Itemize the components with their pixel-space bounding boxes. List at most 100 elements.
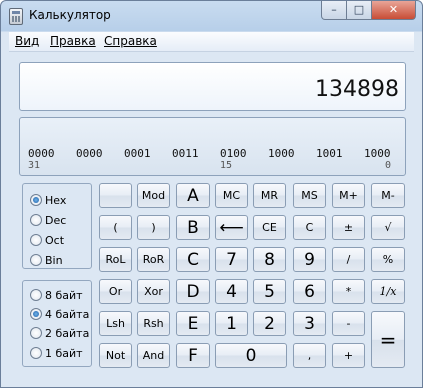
mod-key[interactable]: Mod [137,183,170,208]
radio-label: 8 байт [45,288,83,302]
memory-recall-key[interactable]: MR [253,183,286,208]
clear-key[interactable]: C [293,215,326,240]
radio-unchecked-icon [30,347,42,359]
radio-oct[interactable]: Oct [30,233,64,247]
display-value: 134898 [315,77,399,102]
result-display: 134898 [19,62,406,111]
close-button[interactable]: ✕ [372,1,416,20]
divide-key[interactable]: / [332,247,365,272]
menu-edit[interactable]: Правка [50,34,96,48]
open-paren-key[interactable]: ( [99,215,132,240]
window-controls: – □ ✕ [321,1,416,20]
reciprocal-key[interactable]: 1/x [371,279,405,304]
window-title: Калькулятор [29,8,111,22]
bin-group: 1000 [268,147,295,160]
menu-view-label: Вид [15,34,40,48]
digit-1-key[interactable]: 1 [215,311,248,336]
menu-bar: Вид Правка Справка [9,32,414,52]
radio-2-bytes[interactable]: 2 байта [30,326,89,340]
hex-e-key[interactable]: E [176,311,210,336]
bin-group: 1000 [364,147,391,160]
digit-5-key[interactable]: 5 [253,279,286,304]
radio-label: Bin [45,253,63,267]
bin-group: 0000 [76,147,103,160]
digit-6-key[interactable]: 6 [293,279,326,304]
menu-edit-label: Правка [50,34,96,48]
percent-key[interactable]: % [371,247,405,272]
radio-unchecked-icon [30,327,42,339]
decimal-separator-key[interactable]: , [293,343,326,368]
digit-2-key[interactable]: 2 [253,311,286,336]
digit-7-key[interactable]: 7 [215,247,248,272]
radio-4-bytes[interactable]: 4 байта [30,307,89,321]
calculator-window: Калькулятор – □ ✕ Вид Правка Справка 134… [0,0,423,388]
digit-9-key[interactable]: 9 [293,247,326,272]
menu-help-label: Справка [104,34,157,48]
backspace-key[interactable]: ⟵ [215,215,248,240]
xor-key[interactable]: Xor [137,279,170,304]
rotate-left-key[interactable]: RoL [99,247,132,272]
radio-label: 4 байта [45,307,90,321]
digit-4-key[interactable]: 4 [215,279,248,304]
right-shift-key[interactable]: Rsh [137,311,170,336]
equals-key[interactable]: = [371,311,405,368]
memory-add-key[interactable]: M+ [332,183,365,208]
minimize-button[interactable]: – [321,1,347,20]
radio-hex[interactable]: Hex [30,193,66,207]
bin-group: 0001 [124,147,151,160]
bin-group: 0100 [220,147,247,160]
close-paren-key[interactable]: ) [137,215,170,240]
blank-key[interactable] [99,183,132,208]
left-shift-key[interactable]: Lsh [99,311,132,336]
subtract-key[interactable]: - [332,311,365,336]
radio-label: Hex [45,193,67,207]
bit-position-31: 31 [28,160,41,171]
radio-label: 2 байта [45,326,90,340]
radio-unchecked-icon [30,289,42,301]
radio-label: Dec [45,213,67,227]
radio-unchecked-icon [30,254,42,266]
bit-position-15: 15 [220,160,233,171]
radio-dec[interactable]: Dec [30,213,66,227]
hex-d-key[interactable]: D [176,279,210,304]
menu-help[interactable]: Справка [104,34,157,48]
radio-label: Oct [45,233,65,247]
radio-checked-icon [30,308,42,320]
number-base-group: Hex Dec Oct Bin [22,183,92,269]
binary-panel: 0000 0000 0001 0011 0100 1000 1001 1000 … [19,117,406,176]
word-size-group: 8 байт 4 байта 2 байта 1 байт [22,280,92,367]
maximize-button[interactable]: □ [347,1,372,20]
calculator-app-icon [9,8,23,25]
digit-0-key[interactable]: 0 [215,343,287,368]
hex-a-key[interactable]: A [176,183,210,208]
radio-checked-icon [30,194,42,206]
hex-b-key[interactable]: B [176,215,210,240]
bin-group: 0011 [172,147,199,160]
bin-group: 1001 [316,147,343,160]
hex-f-key[interactable]: F [176,343,210,368]
rotate-right-key[interactable]: RoR [137,247,170,272]
or-key[interactable]: Or [99,279,132,304]
hex-c-key[interactable]: C [176,247,210,272]
title-bar[interactable]: Калькулятор – □ ✕ [1,1,422,31]
digit-3-key[interactable]: 3 [293,311,326,336]
square-root-key[interactable]: √ [371,215,405,240]
radio-label: 1 байт [45,346,83,360]
memory-subtract-key[interactable]: M- [371,183,405,208]
multiply-key[interactable]: * [332,279,365,304]
menu-view[interactable]: Вид [15,34,39,48]
digit-8-key[interactable]: 8 [253,247,286,272]
negate-key[interactable]: ± [332,215,365,240]
radio-unchecked-icon [30,234,42,246]
not-key[interactable]: Not [99,343,132,368]
clear-entry-key[interactable]: CE [253,215,286,240]
memory-clear-key[interactable]: MC [215,183,248,208]
radio-bin[interactable]: Bin [30,253,63,267]
memory-store-key[interactable]: MS [293,183,326,208]
radio-unchecked-icon [30,214,42,226]
and-key[interactable]: And [137,343,170,368]
radio-1-byte[interactable]: 1 байт [30,346,83,360]
add-key[interactable]: + [332,343,365,368]
radio-8-bytes[interactable]: 8 байт [30,288,83,302]
bin-group: 0000 [28,147,55,160]
